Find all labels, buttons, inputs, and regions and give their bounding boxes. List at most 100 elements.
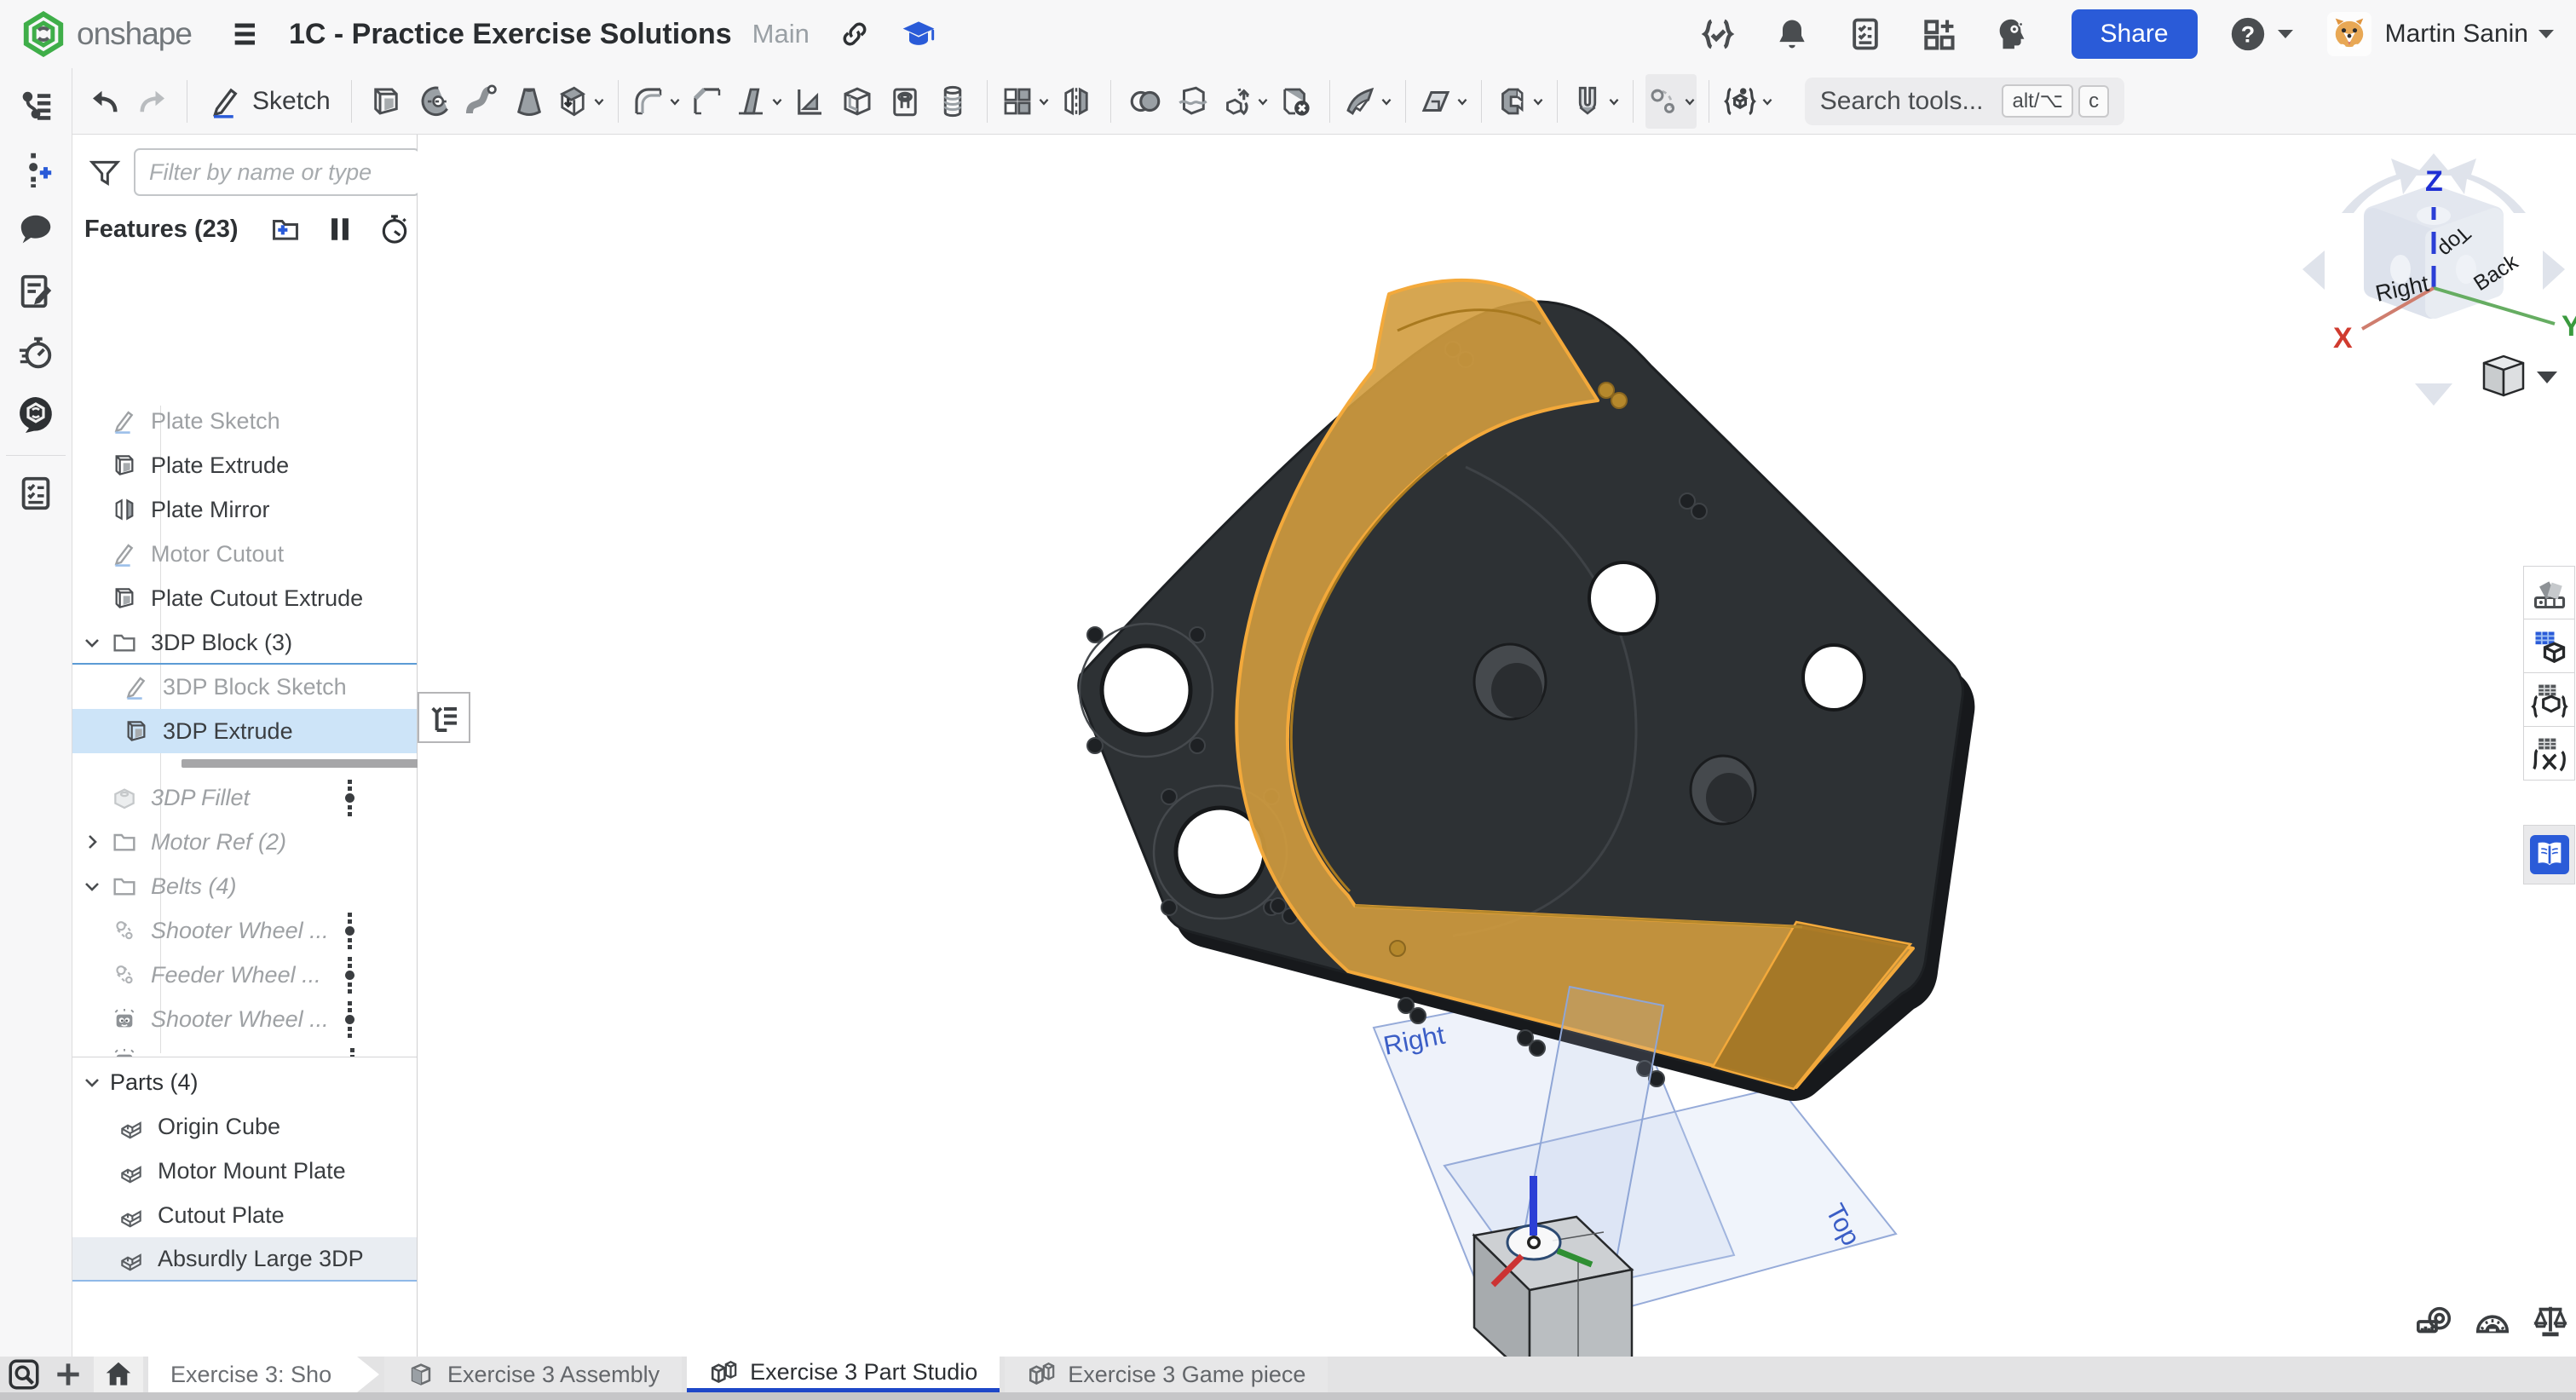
chevron-down-icon[interactable] xyxy=(81,631,103,654)
overflow-menu-icon[interactable] xyxy=(343,955,355,994)
revolve-button[interactable] xyxy=(412,74,456,129)
feature-item-selected[interactable]: 3DP Extrude xyxy=(72,709,417,753)
extrude-button[interactable] xyxy=(364,74,408,129)
feature-item[interactable]: Shooter Wheel ... xyxy=(72,997,417,1041)
onshape-help-bubble-icon[interactable] xyxy=(10,389,61,440)
comments-icon[interactable] xyxy=(10,205,61,256)
app-store-icon[interactable] xyxy=(1920,15,1957,53)
z-axis-arrow[interactable] xyxy=(1530,1176,1537,1236)
tab-exercise-3-shooter[interactable]: Exercise 3: Sho xyxy=(148,1357,379,1392)
tape-measure-icon[interactable] xyxy=(2415,1302,2454,1341)
overflow-menu-icon[interactable] xyxy=(343,1000,355,1039)
shell-button[interactable] xyxy=(835,74,879,129)
release-notes-icon[interactable] xyxy=(10,266,61,317)
new-folder-icon[interactable] xyxy=(269,213,302,245)
move-face-button[interactable] xyxy=(1342,74,1393,129)
feature-item[interactable]: Plate Sketch xyxy=(72,399,417,443)
documentation-book-icon[interactable] xyxy=(2530,835,2569,874)
documents-home-button[interactable] xyxy=(94,1357,143,1392)
filter-input[interactable] xyxy=(134,148,420,196)
appearance-panel-icon[interactable] xyxy=(2523,566,2575,619)
view-options-button[interactable] xyxy=(2484,356,2557,395)
overflow-menu-icon[interactable] xyxy=(343,911,355,950)
protractor-icon[interactable] xyxy=(2473,1302,2512,1341)
transform-button[interactable] xyxy=(1219,74,1270,129)
help-icon[interactable]: ? xyxy=(2228,14,2268,54)
delete-part-button[interactable] xyxy=(1273,74,1317,129)
onshape-logo-icon[interactable] xyxy=(20,11,66,57)
share-button[interactable]: Share xyxy=(2072,9,2198,59)
suspend-rebuild-icon[interactable] xyxy=(326,215,354,244)
hole-button[interactable] xyxy=(883,74,927,129)
feature-item[interactable]: 3DP Block Sketch xyxy=(72,665,417,709)
feature-folder[interactable]: 3DP Block (3) xyxy=(72,620,417,665)
document-menu-icon[interactable] xyxy=(229,17,263,51)
mirror-button[interactable] xyxy=(1054,74,1098,129)
loft-button[interactable] xyxy=(507,74,551,129)
feature-item[interactable]: Plate Extrude xyxy=(72,443,417,487)
feature-folder[interactable]: Belts (4) xyxy=(72,864,417,908)
plane-button[interactable] xyxy=(1418,74,1469,129)
configurations-panel-icon[interactable] xyxy=(2523,673,2575,727)
ai-advisor-icon[interactable] xyxy=(1993,14,2032,54)
thicken-button[interactable] xyxy=(555,74,606,129)
overflow-menu-icon[interactable] xyxy=(343,778,355,817)
feature-item[interactable]: Feeder Wheel ... xyxy=(72,953,417,997)
tree-collapse-toggle[interactable] xyxy=(418,692,470,743)
draft-button[interactable] xyxy=(733,74,784,129)
workspace-branch-label[interactable]: Main xyxy=(752,19,810,49)
feature-item[interactable]: Plate Mirror xyxy=(72,487,417,532)
tab-exercise-3-assembly[interactable]: Exercise 3 Assembly xyxy=(384,1357,682,1392)
rollback-history-icon[interactable] xyxy=(378,213,411,245)
tab-search-icon[interactable] xyxy=(0,1357,48,1392)
feature-list-panel-icon[interactable] xyxy=(10,82,61,133)
chevron-down-icon[interactable] xyxy=(81,1071,103,1093)
tab-exercise-3-part-studio[interactable]: Exercise 3 Part Studio xyxy=(687,1357,1000,1392)
feature-item[interactable]: Shooter Wheel ... xyxy=(72,908,417,953)
undo-button[interactable] xyxy=(83,74,127,129)
overflow-menu-icon[interactable] xyxy=(349,1046,355,1057)
featurescript-button[interactable] xyxy=(1721,74,1774,129)
variables-panel-icon[interactable] xyxy=(2523,727,2575,781)
redo-button[interactable] xyxy=(130,74,175,129)
learning-center-icon[interactable] xyxy=(900,15,937,53)
feature-item[interactable]: 3DP Fillet xyxy=(72,775,417,820)
notifications-bell-icon[interactable] xyxy=(1773,15,1811,53)
tasks-icon[interactable] xyxy=(1847,15,1884,53)
feature-item-clipped[interactable] xyxy=(72,1041,417,1057)
filter-icon[interactable] xyxy=(88,155,122,189)
chevron-right-icon[interactable] xyxy=(81,831,103,853)
user-name[interactable]: Martin Sanin xyxy=(2385,20,2528,49)
checklist-panel-icon[interactable] xyxy=(10,468,61,519)
svg-text:Y[interactable]: Y xyxy=(2562,310,2576,343)
versions-graph-icon[interactable] xyxy=(10,143,61,194)
help-caret-icon[interactable] xyxy=(2278,30,2293,38)
linear-pattern-button[interactable] xyxy=(1000,74,1051,129)
search-tools[interactable]: Search tools... alt/⌥ c xyxy=(1805,78,2124,125)
user-menu-caret-icon[interactable] xyxy=(2539,30,2554,38)
performance-timer-icon[interactable] xyxy=(10,327,61,378)
graphics-area[interactable]: Right Top Front xyxy=(418,135,2576,1357)
add-tab-button[interactable] xyxy=(48,1357,89,1392)
view-cube[interactable]: Z Y X Top Right Back xyxy=(2302,153,2576,406)
feature-item[interactable]: Motor Cutout xyxy=(72,532,417,576)
part-item[interactable]: Cutout Plate xyxy=(72,1193,417,1237)
part-item[interactable]: Motor Mount Plate xyxy=(72,1149,417,1193)
feature-item[interactable]: Plate Cutout Extrude xyxy=(72,576,417,620)
rib-button[interactable] xyxy=(787,74,832,129)
feature-folder[interactable]: Motor Ref (2) xyxy=(72,820,417,864)
curve-button[interactable] xyxy=(1645,74,1697,129)
mass-properties-scale-icon[interactable] xyxy=(2531,1302,2570,1341)
avatar[interactable] xyxy=(2327,12,2371,56)
sketch-button[interactable]: Sketch xyxy=(199,74,339,129)
split-button[interactable] xyxy=(1171,74,1215,129)
enclose-button[interactable] xyxy=(1570,74,1621,129)
thread-button[interactable] xyxy=(931,74,975,129)
share-link-icon[interactable] xyxy=(838,18,871,50)
fillet-button[interactable] xyxy=(631,74,682,129)
sheet-metal-flange-button[interactable] xyxy=(1494,74,1545,129)
sweep-button[interactable] xyxy=(459,74,504,129)
svg-text:Z[interactable]: Z xyxy=(2425,165,2443,198)
svg-text:X[interactable]: X xyxy=(2333,322,2353,354)
part-item[interactable]: Origin Cube xyxy=(72,1104,417,1149)
